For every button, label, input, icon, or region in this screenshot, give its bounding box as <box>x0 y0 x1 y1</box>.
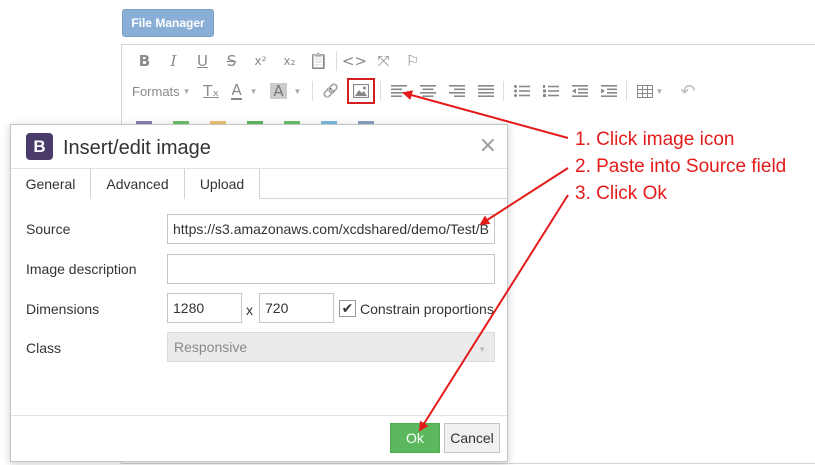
chevron-down-icon[interactable]: ▼ <box>250 87 258 96</box>
fullscreen-icon[interactable]: ⤧ <box>369 47 398 75</box>
bullet-list-glyph <box>513 85 530 97</box>
strikethrough-button[interactable]: S <box>217 47 246 75</box>
toolbar-divider <box>336 51 337 71</box>
align-right-icon[interactable] <box>442 77 471 105</box>
chevron-down-icon[interactable]: ▼ <box>655 87 663 96</box>
underline-button[interactable]: U <box>188 47 217 75</box>
checkmark-icon: ✔ <box>341 300 354 317</box>
image-icon <box>353 84 370 98</box>
dialog-header: B Insert/edit image × <box>11 125 507 169</box>
image-description-input[interactable] <box>167 254 495 284</box>
background-color-glyph: A <box>270 83 287 99</box>
numbered-list-icon[interactable] <box>536 77 565 105</box>
subscript-button[interactable]: x₂ <box>275 47 304 75</box>
insert-image-dialog: B Insert/edit image × General Advanced U… <box>10 124 508 462</box>
background-color-icon[interactable]: A <box>268 77 290 105</box>
source-label: Source <box>26 221 71 237</box>
align-left-glyph <box>390 85 407 97</box>
formats-dropdown[interactable]: Formats ▼ <box>130 77 197 105</box>
close-icon[interactable]: × <box>479 133 497 158</box>
file-manager-button[interactable]: File Manager <box>122 9 214 37</box>
toolbar-divider <box>503 81 505 101</box>
insert-image-icon[interactable] <box>347 78 376 104</box>
link-icon[interactable]: 🔗 <box>316 77 345 105</box>
annotation-step-2: 2. Paste into Source field <box>575 156 787 177</box>
align-center-icon[interactable] <box>413 77 442 105</box>
annotation-step-3: 3. Click Ok <box>575 183 667 204</box>
class-select-value: Responsive <box>174 339 248 355</box>
chevron-down-icon[interactable]: ▼ <box>294 87 302 96</box>
cancel-button[interactable]: Cancel <box>444 423 500 453</box>
indent-glyph <box>600 85 617 97</box>
table-glyph <box>636 84 653 98</box>
justify-glyph <box>477 85 494 97</box>
chevron-down-icon: ▼ <box>478 345 486 354</box>
formats-label: Formats <box>132 83 180 99</box>
code-icon[interactable]: <> <box>340 47 369 75</box>
dimensions-separator: x <box>246 302 253 318</box>
undo-icon[interactable]: ↶ <box>673 77 702 105</box>
tab-upload[interactable]: Upload <box>185 169 260 199</box>
tab-advanced[interactable]: Advanced <box>91 169 185 199</box>
align-right-glyph <box>448 85 465 97</box>
bookmark-icon[interactable]: ⚐ <box>398 47 427 75</box>
class-label: Class <box>26 340 62 356</box>
constrain-proportions-label: Constrain proportions <box>360 301 494 317</box>
superscript-button[interactable]: x² <box>246 47 275 75</box>
chevron-down-icon: ▼ <box>182 86 191 96</box>
toolbar-divider <box>626 81 628 101</box>
toolbar-row-2: Formats ▼ Tₓ A ▼ A ▼ 🔗 ▼ ↶ <box>130 76 702 106</box>
bullet-list-icon[interactable] <box>507 77 536 105</box>
align-center-glyph <box>419 85 436 97</box>
annotation-step-1: 1. Click image icon <box>575 129 735 150</box>
justify-icon[interactable] <box>471 77 500 105</box>
align-left-icon[interactable] <box>384 77 413 105</box>
dialog-tabs: General Advanced Upload <box>11 169 507 199</box>
toolbar-divider <box>312 81 314 101</box>
paste-icon[interactable]: 📋 <box>304 47 333 75</box>
numbered-list-glyph <box>542 85 559 97</box>
outdent-icon[interactable] <box>565 77 594 105</box>
image-description-label: Image description <box>26 261 137 277</box>
bootstrap-logo-icon: B <box>26 133 53 160</box>
bold-button[interactable]: B <box>130 47 159 75</box>
dialog-footer: Ok Cancel <box>11 415 507 461</box>
width-input[interactable]: 1280 <box>167 293 242 323</box>
constrain-proportions-checkbox[interactable]: ✔ <box>339 300 356 317</box>
toolbar-divider <box>380 81 382 101</box>
clear-formatting-icon[interactable]: Tₓ <box>197 77 226 105</box>
tab-general[interactable]: General <box>11 169 91 199</box>
toolbar-row-1: B I U Sx² x₂ 📋 <> ⤧ ⚐ <box>130 46 427 76</box>
source-input[interactable]: https://s3.amazonaws.com/xcdshared/demo/… <box>167 214 495 244</box>
italic-button[interactable]: I <box>159 47 188 75</box>
dimensions-label: Dimensions <box>26 301 100 317</box>
text-color-glyph: A <box>231 81 242 100</box>
ok-button[interactable]: Ok <box>390 423 440 453</box>
dialog-title: Insert/edit image <box>63 137 211 159</box>
indent-icon[interactable] <box>594 77 623 105</box>
height-input[interactable]: 720 <box>259 293 334 323</box>
outdent-glyph <box>571 85 588 97</box>
text-color-icon[interactable]: A <box>226 77 248 105</box>
class-select[interactable]: Responsive ▼ <box>167 332 495 362</box>
